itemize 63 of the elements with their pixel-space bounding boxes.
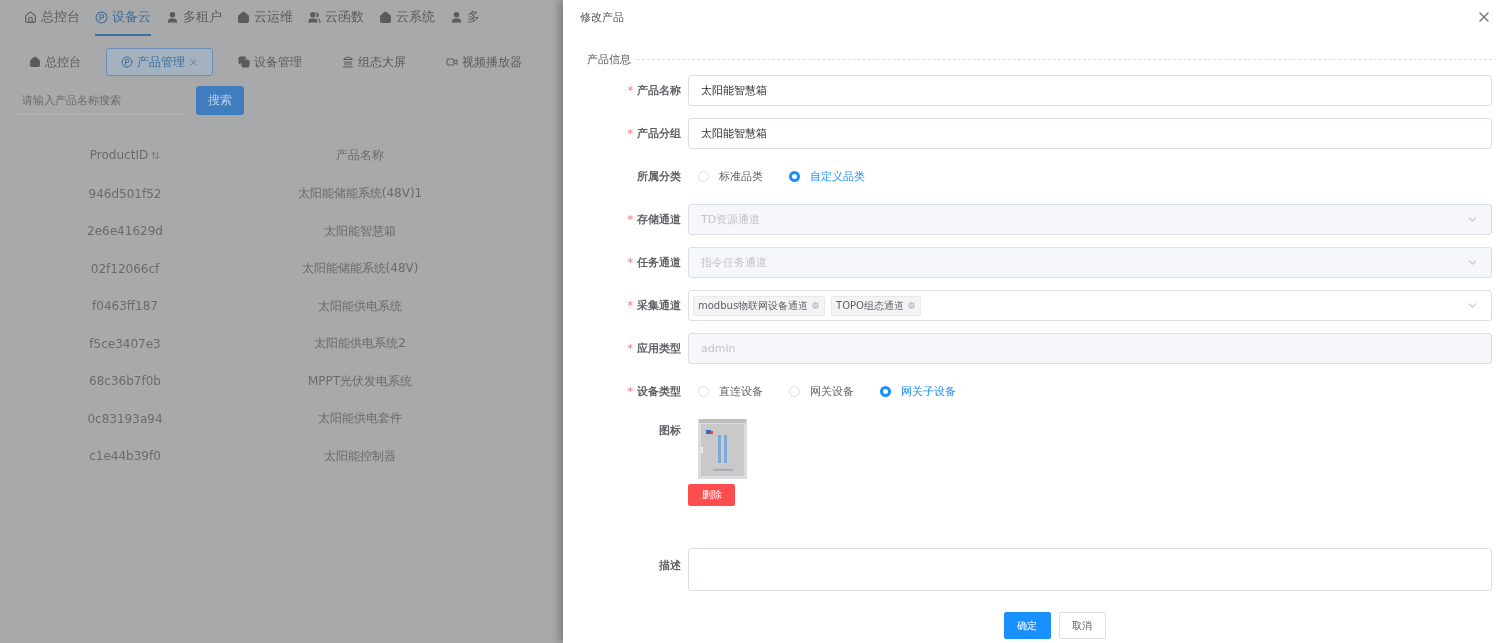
table-cell-text: 02f12066cf	[89, 260, 161, 278]
column-header: ProductID	[0, 135, 250, 175]
field-label: 描述	[659, 558, 681, 573]
delete-button[interactable]: 删除	[688, 484, 735, 506]
field-label: 任务通道	[637, 255, 681, 270]
field-label: 存储通道	[637, 212, 681, 227]
table-cell-text: MPPT光伏发电系统	[306, 372, 414, 390]
field-label: 采集通道	[637, 298, 681, 313]
required-mark: *	[627, 256, 633, 269]
nav-tab[interactable]: 云函数	[308, 0, 364, 36]
input-field[interactable]: 太阳能智慧箱	[688, 118, 1492, 149]
table-cell-text: 太阳能智慧箱	[323, 222, 397, 240]
page-tab[interactable]: 组态大屏	[327, 48, 421, 76]
table-cell-text: f5ce3407e3	[88, 335, 162, 353]
table-cell-text: 太阳能储能系统(48V)1	[296, 185, 424, 203]
field-label: 所属分类	[637, 169, 681, 184]
tag: modbus物联网设备通道	[693, 295, 826, 316]
select-field[interactable]: modbus物联网设备通道 TOPO组态通道	[688, 290, 1492, 321]
radio-option[interactable]: 标准品类	[698, 169, 763, 184]
table-cell-text: 太阳能供电系统	[317, 297, 403, 315]
page-tab[interactable]: 产品管理	[106, 48, 213, 76]
table-cell-text: 太阳能控制器	[323, 447, 397, 465]
tag: TOPO组态通道	[831, 295, 921, 316]
nav-tab[interactable]: 云运维	[237, 0, 293, 36]
field-label: 产品分组	[637, 126, 681, 141]
table-cell-text: 68c36b7f0b	[88, 373, 162, 391]
confirm-button[interactable]: 确定	[1003, 612, 1051, 639]
required-mark: *	[627, 299, 633, 312]
page-tab[interactable]: 设备管理	[223, 48, 317, 76]
table-cell-text: c1e44b39f0	[88, 448, 162, 466]
field-label: 应用类型	[637, 341, 681, 356]
input-field[interactable]: 太阳能智慧箱	[688, 75, 1492, 106]
search-button[interactable]: 搜索	[196, 86, 244, 115]
table-cell-text: 2e6e41629d	[86, 223, 164, 241]
radio-option[interactable]: 网关子设备	[880, 384, 956, 399]
radio-option[interactable]: 直连设备	[698, 384, 763, 399]
required-mark: *	[627, 213, 633, 226]
table-cell-text: 0c83193a94	[86, 410, 164, 428]
nav-tab[interactable]: 云系统	[379, 0, 435, 36]
page-tab[interactable]: 视频播放器	[431, 48, 537, 76]
radio-option[interactable]: 网关设备	[789, 384, 854, 399]
drawer-title: 修改产品	[580, 9, 624, 25]
table-cell-text: 946d501f52	[87, 185, 163, 203]
field-label: 图标	[659, 423, 681, 438]
table-cell-text: f0463ff187	[91, 298, 159, 316]
nav-tab[interactable]: 多租户	[166, 0, 222, 36]
required-mark: *	[627, 342, 633, 355]
required-mark: *	[627, 127, 633, 140]
section-title: 产品信息	[587, 52, 631, 67]
table-cell-text: 太阳能储能系统(48V)	[300, 260, 420, 278]
table-cell-text: 太阳能供电系统2	[313, 335, 407, 353]
nav-tab[interactable]: 设备云	[95, 0, 151, 36]
column-header: 产品名称	[335, 146, 385, 164]
page-tab[interactable]: 总控台	[14, 48, 96, 76]
cancel-button[interactable]: 取消	[1058, 612, 1106, 639]
field-label: 产品名称	[637, 83, 681, 98]
required-mark: *	[627, 84, 633, 97]
nav-tab[interactable]: 总控台	[24, 0, 80, 36]
radio-option[interactable]: 自定义品类	[789, 169, 865, 184]
nav-tab[interactable]: 多	[450, 0, 480, 36]
required-mark: *	[627, 385, 633, 398]
field-label: 设备类型	[637, 384, 681, 399]
table-cell-text: 太阳能供电套件	[317, 410, 403, 428]
